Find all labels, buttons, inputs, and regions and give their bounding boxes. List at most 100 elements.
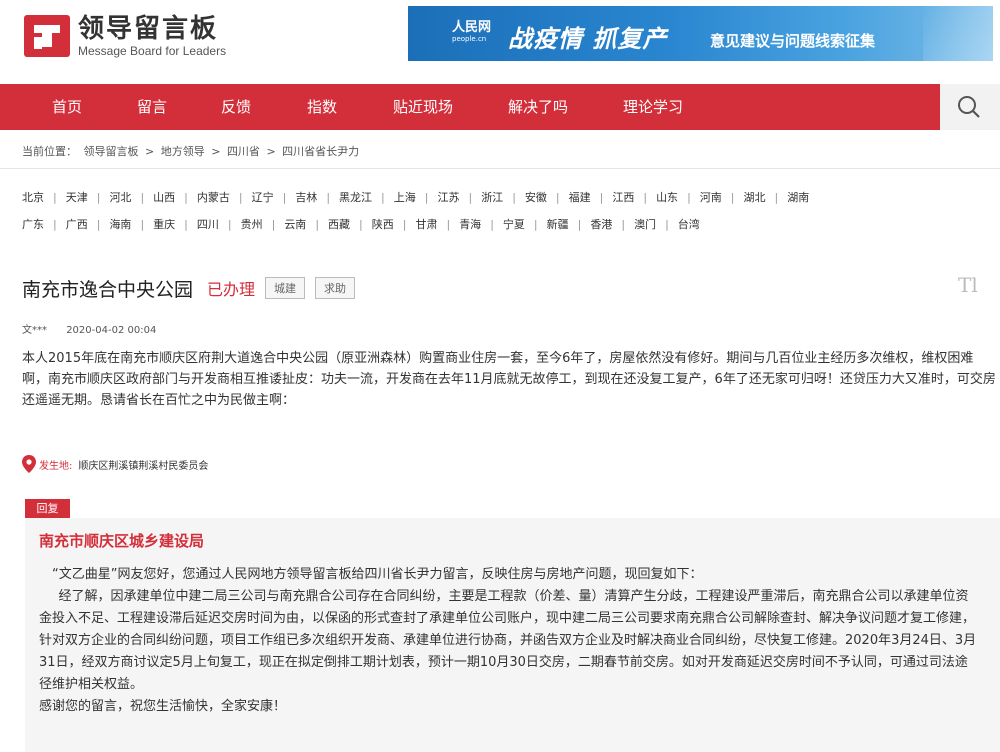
province-link[interactable]: 安徽 [525, 189, 547, 205]
reply-paragraph: 感谢您的留言，祝您生活愉快，全家安康！ [39, 699, 287, 714]
tag-category[interactable]: 城建 [265, 277, 306, 299]
province-separator: | [96, 218, 101, 231]
province-link[interactable]: 重庆 [153, 216, 175, 232]
breadcrumb-item[interactable]: 领导留言板 [84, 145, 139, 158]
breadcrumb-item[interactable]: 地方领导 [161, 145, 205, 158]
province-separator: | [140, 191, 145, 204]
province-link[interactable]: 黑龙江 [339, 189, 372, 205]
province-separator: | [238, 191, 243, 204]
search-button[interactable] [940, 84, 1000, 130]
province-link[interactable]: 青海 [459, 216, 481, 232]
campaign-banner[interactable]: 人民网 people.cn 战疫情 抓复产 意见建议与问题线索征集 [408, 6, 993, 61]
province-link[interactable]: 江西 [612, 189, 634, 205]
logo-title: 领导留言板 [78, 14, 219, 44]
province-separator: | [599, 191, 604, 204]
banner-decoration [923, 6, 993, 61]
province-list-row-1: 北京 | 天津 | 河北 | 山西 | 内蒙古 | 辽宁 | 吉林 | 黑龙江 | 上海 | 江苏 | 浙江 | 安徽 | 福建… [22, 189, 809, 205]
divider [0, 168, 1000, 169]
province-link[interactable]: 山东 [656, 189, 678, 205]
province-separator: | [96, 191, 101, 204]
province-separator: | [227, 218, 232, 231]
reply-body: “文乙曲星”网友您好，您通过人民网地方领导留言板给四川省长尹力留言，反映住房与房… [39, 564, 979, 718]
breadcrumb-separator: > [211, 145, 221, 158]
site-logo[interactable]: 领导留言板 Message Board for Leaders [22, 12, 226, 60]
province-separator: | [730, 191, 735, 204]
province-separator: | [643, 191, 648, 204]
breadcrumb: 当前位置： 领导留言板 > 地方领导 > 四川省 > 四川省省长尹力 [22, 143, 362, 159]
breadcrumb-separator: > [266, 145, 276, 158]
font-size-icon[interactable]: Tl [958, 273, 978, 297]
province-link[interactable]: 陕西 [372, 216, 394, 232]
message-title: 南充市逸合中央公园 [22, 278, 194, 301]
province-link[interactable]: 云南 [284, 216, 306, 232]
province-link[interactable]: 河南 [700, 189, 722, 205]
banner-brand: 人民网 people.cn [452, 20, 492, 43]
province-link[interactable]: 贵州 [241, 216, 263, 232]
province-link[interactable]: 海南 [109, 216, 131, 232]
province-link[interactable]: 甘肃 [415, 216, 437, 232]
reply-panel: 南充市顺庆区城乡建设局 “文乙曲星”网友您好，您通过人民网地方领导留言板给四川省… [25, 518, 1000, 752]
province-link[interactable]: 新疆 [547, 216, 569, 232]
site-header: 领导留言板 Message Board for Leaders 人民网 peop… [0, 0, 1000, 84]
nav-item-index[interactable]: 指数 [307, 84, 337, 130]
province-separator: | [53, 218, 57, 231]
province-separator: | [512, 191, 516, 204]
province-link[interactable]: 广西 [66, 216, 88, 232]
message-date: 2020-04-02 00:04 [66, 325, 157, 336]
nav-item-solved[interactable]: 解决了吗 [508, 84, 568, 130]
province-separator: | [402, 218, 407, 231]
province-separator: | [533, 218, 538, 231]
province-link[interactable]: 四川 [197, 216, 219, 232]
province-link[interactable]: 吉林 [295, 189, 317, 205]
province-link[interactable]: 福建 [569, 189, 591, 205]
province-link[interactable]: 天津 [66, 189, 88, 205]
province-link[interactable]: 香港 [590, 216, 612, 232]
province-link[interactable]: 浙江 [481, 189, 503, 205]
province-link[interactable]: 山西 [153, 189, 175, 205]
province-link[interactable]: 内蒙古 [197, 189, 230, 205]
province-link[interactable]: 湖北 [744, 189, 766, 205]
province-link[interactable]: 江苏 [437, 189, 459, 205]
province-separator: | [326, 191, 331, 204]
province-separator: | [315, 218, 320, 231]
province-link[interactable]: 辽宁 [252, 189, 274, 205]
province-link[interactable]: 河北 [109, 189, 131, 205]
banner-subheadline: 意见建议与问题线索征集 [710, 32, 876, 50]
province-link[interactable]: 上海 [394, 189, 416, 205]
nav-item-home[interactable]: 首页 [52, 84, 82, 130]
location-pin-icon [22, 455, 36, 473]
province-link[interactable]: 台湾 [678, 216, 700, 232]
location-label: 发生地: [39, 460, 73, 472]
reply-paragraph: 经了解，因承建单位中建二局三公司与南充鼎合公司存在合同纠纷，主要是工程款（价差、… [39, 589, 977, 692]
province-link[interactable]: 澳门 [634, 216, 656, 232]
province-separator: | [665, 218, 669, 231]
breadcrumb-item[interactable]: 四川省省长尹力 [282, 145, 359, 158]
status-badge: 已办理 [207, 280, 256, 299]
nav-item-theory[interactable]: 理论学习 [623, 84, 683, 130]
nav-item-onsite[interactable]: 贴近现场 [393, 84, 453, 130]
breadcrumb-separator: > [145, 145, 155, 158]
province-link[interactable]: 湖南 [787, 189, 809, 205]
province-separator: | [621, 218, 626, 231]
tag-type[interactable]: 求助 [315, 277, 356, 299]
province-link[interactable]: 宁夏 [503, 216, 525, 232]
nav-item-messages[interactable]: 留言 [137, 84, 167, 130]
logo-subtitle: Message Board for Leaders [78, 44, 227, 58]
nav-item-feedback[interactable]: 反馈 [221, 84, 251, 130]
province-separator: | [490, 218, 494, 231]
province-separator: | [424, 191, 429, 204]
province-link[interactable]: 西藏 [328, 216, 350, 232]
message-author: 文*** [22, 325, 47, 336]
reply-paragraph: “文乙曲星”网友您好，您通过人民网地方领导留言板给四川省长尹力留言，反映住房与房… [52, 567, 703, 582]
province-separator: | [282, 191, 287, 204]
location-value: 顺庆区荆溪镇荆溪村民委员会 [78, 460, 209, 472]
message-header: 南充市逸合中央公园 已办理 城建 求助 [22, 275, 356, 301]
province-link[interactable]: 北京 [22, 189, 44, 205]
province-separator: | [184, 218, 188, 231]
province-link[interactable]: 广东 [22, 216, 44, 232]
reply-organization: 南充市顺庆区城乡建设局 [39, 532, 205, 550]
province-separator: | [468, 191, 473, 204]
province-separator: | [446, 218, 451, 231]
breadcrumb-item[interactable]: 四川省 [227, 145, 260, 158]
banner-headline: 战疫情 抓复产 [508, 25, 668, 53]
